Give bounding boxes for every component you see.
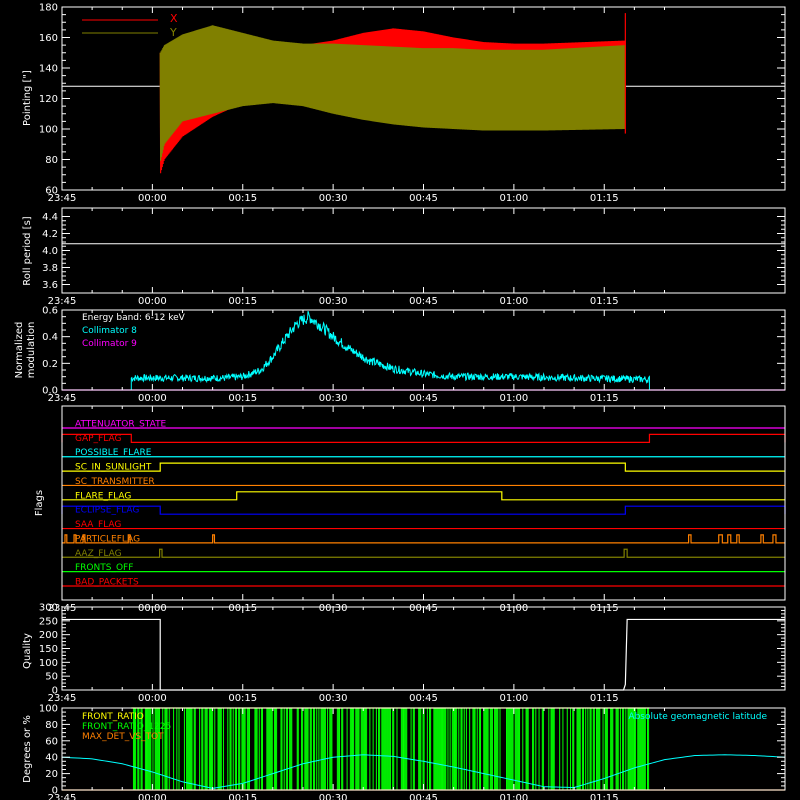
y-tick-label: 50 [45,672,58,683]
y-tick-label: 60 [45,186,58,197]
y-tick-label: 100 [39,125,58,136]
y-tick-label: 80 [45,155,58,166]
x-tick-label: 00:00 [138,693,167,704]
x-tick-label: 01:00 [499,793,528,800]
legend-y: Y [169,26,177,39]
x-tick-label: 01:15 [590,296,619,307]
y-tick-label: 60 [45,736,58,747]
x-tick-label: 01:00 [499,693,528,704]
y-tick-label: 100 [39,704,58,715]
flag-label-eclipse_flag: ECLIPSE_FLAG [75,506,139,516]
x-tick-label: 01:15 [590,693,619,704]
y-tick-label: 80 [45,720,58,731]
x-tick-label: 01:15 [590,793,619,800]
y-tick-label: 100 [39,658,58,669]
x-tick-label: 01:00 [499,393,528,404]
x-tick-label: 01:00 [499,296,528,307]
x-tick-label: 00:00 [138,296,167,307]
legend-geomagnetic-latitude: Absolute geomagnetic latitude [628,712,767,722]
flags-ylabel: Flags [34,490,45,516]
modulation-ylabel-line2: modulation [26,322,37,379]
x-tick-label: 00:15 [228,693,257,704]
x-tick-label: 01:15 [590,193,619,204]
summary-figure: 23:45 00:00 00:15 00:30 00:45 01:00 01:1560801… [0,0,800,800]
y-tick-label: 0 [52,686,58,697]
x-tick-label: 00:15 [228,793,257,800]
y-tick-label: 0.6 [42,306,58,317]
legend-front-ratio: FRONT_RATIO [82,712,144,722]
x-tick-label: 00:15 [228,193,257,204]
y-tick-label: 160 [39,33,58,44]
modulation-ylabel-line1: Normalized [14,322,25,379]
roll-ylabel: Roll period [s] [22,216,33,285]
y-tick-label: 250 [39,616,58,627]
x-tick-label: 00:00 [138,393,167,404]
x-tick-label: 00:45 [409,693,438,704]
x-tick-label: 00:30 [319,693,348,704]
y-tick-label: 150 [39,644,58,655]
y-tick-label: 0.4 [42,332,58,343]
quality-ylabel: Quality [22,633,33,669]
x-tick-label: 00:45 [409,193,438,204]
y-tick-label: 4.0 [42,246,58,257]
x-tick-label: 00:45 [409,296,438,307]
x-tick-label: 00:30 [319,193,348,204]
legend-collimator-9: Collimator 9 [82,339,137,349]
y-tick-label: 0.0 [42,386,58,397]
x-tick-label: 00:45 [409,393,438,404]
y-tick-label: 4.2 [42,229,58,240]
x-tick-label: 00:00 [138,793,167,800]
x-tick-label: 00:00 [138,193,167,204]
y-tick-label: 3.8 [42,263,58,274]
y-tick-label: 120 [39,94,58,105]
legend-max-det-vs-tot: MAX_DET_VS_TOT [82,732,164,742]
y-tick-label: 4.4 [42,212,58,223]
x-tick-label: 00:30 [319,793,348,800]
legend-x: X [170,12,178,25]
y-tick-label: 300 [39,603,58,614]
x-tick-label: 00:45 [409,793,438,800]
y-tick-label: 180 [39,3,58,14]
y-tick-label: 20 [45,769,58,780]
y-tick-label: 0.2 [42,359,58,370]
ratios-ylabel: Degrees or % [22,715,33,783]
x-tick-label: 00:15 [228,296,257,307]
y-tick-label: 140 [39,64,58,75]
pointing-ylabel: Pointing ["] [22,70,33,126]
x-tick-label: 01:00 [499,193,528,204]
energy-band-annotation: Energy band: 6-12 keV [82,313,186,323]
y-tick-label: 3.6 [42,280,58,291]
y-tick-label: 200 [39,630,58,641]
x-tick-label: 00:30 [319,393,348,404]
x-tick-label: 00:15 [228,393,257,404]
flag-label-gap_flag: GAP_FLAG [75,434,121,444]
legend-front-ratio-1225: FRONT_RATIO_1225 [82,722,171,732]
x-tick-label: 00:30 [319,296,348,307]
y-tick-label: 0 [52,786,58,797]
y-tick-label: 40 [45,753,58,764]
legend-collimator-8: Collimator 8 [82,326,137,336]
x-tick-label: 01:15 [590,393,619,404]
